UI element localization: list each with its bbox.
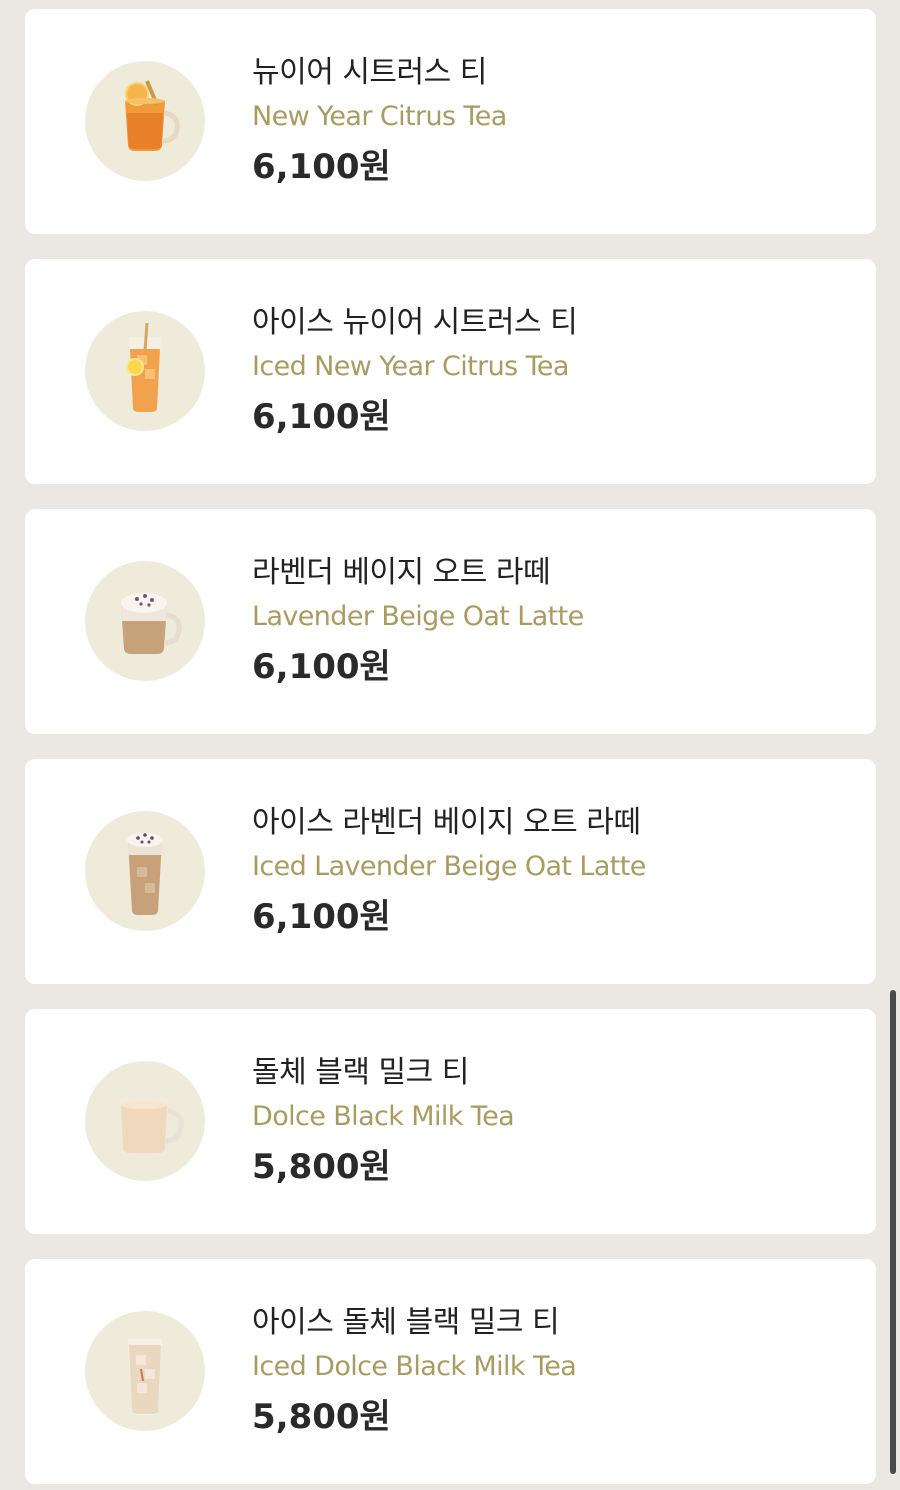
menu-item-new-year-citrus-tea[interactable]: 뉴이어 시트러스 티 New Year Citrus Tea 6,100원: [25, 9, 876, 234]
menu-item-price: 6,100원: [252, 147, 391, 187]
menu-item-name-ko: 라벤더 베이지 오트 라떼: [252, 555, 551, 590]
hot-citrus-tea-mug-icon: [85, 61, 205, 181]
menu-item-name-ko: 아이스 라벤더 베이지 오트 라떼: [252, 805, 641, 840]
menu-screen: 뉴이어 시트러스 티 New Year Citrus Tea 6,100원 아이…: [0, 0, 900, 1490]
menu-item-name-en: Iced New Year Citrus Tea: [252, 351, 569, 382]
menu-item-price: 6,100원: [252, 897, 391, 937]
iced-lavender-latte-glass-icon: [85, 811, 205, 931]
menu-item-name-ko: 돌체 블랙 밀크 티: [252, 1055, 469, 1090]
menu-item-lavender-beige-oat-latte[interactable]: 라벤더 베이지 오트 라떼 Lavender Beige Oat Latte 6…: [25, 509, 876, 734]
menu-item-name-en: Dolce Black Milk Tea: [252, 1101, 515, 1132]
menu-item-iced-lavender-beige-oat-latte[interactable]: 아이스 라벤더 베이지 오트 라떼 Iced Lavender Beige Oa…: [25, 759, 876, 984]
menu-item-name-en: Lavender Beige Oat Latte: [252, 601, 584, 632]
menu-item-iced-new-year-citrus-tea[interactable]: 아이스 뉴이어 시트러스 티 Iced New Year Citrus Tea …: [25, 259, 876, 484]
menu-item-name-ko: 아이스 뉴이어 시트러스 티: [252, 305, 578, 340]
menu-list: 뉴이어 시트러스 티 New Year Citrus Tea 6,100원 아이…: [25, 9, 876, 1490]
scrollbar[interactable]: [890, 990, 896, 1474]
menu-item-price: 5,800원: [252, 1147, 391, 1187]
menu-item-info: 아이스 돌체 블랙 밀크 티 Iced Dolce Black Milk Tea…: [252, 1303, 856, 1438]
menu-item-info: 뉴이어 시트러스 티 New Year Citrus Tea 6,100원: [252, 53, 856, 188]
menu-item-iced-dolce-black-milk-tea[interactable]: 아이스 돌체 블랙 밀크 티 Iced Dolce Black Milk Tea…: [25, 1259, 876, 1484]
hot-milk-tea-mug-icon: [85, 1061, 205, 1181]
menu-item-info: 아이스 뉴이어 시트러스 티 Iced New Year Citrus Tea …: [252, 303, 856, 438]
menu-item-price: 6,100원: [252, 647, 391, 687]
menu-item-info: 라벤더 베이지 오트 라떼 Lavender Beige Oat Latte 6…: [252, 553, 856, 688]
menu-item-price: 5,800원: [252, 1397, 391, 1437]
menu-item-info: 아이스 라벤더 베이지 오트 라떼 Iced Lavender Beige Oa…: [252, 803, 856, 938]
iced-milk-tea-glass-icon: [85, 1311, 205, 1431]
hot-lavender-latte-mug-icon: [85, 561, 205, 681]
menu-item-name-ko: 뉴이어 시트러스 티: [252, 55, 487, 90]
iced-citrus-tea-glass-icon: [85, 311, 205, 431]
menu-item-name-en: Iced Lavender Beige Oat Latte: [252, 851, 646, 882]
menu-item-name-ko: 아이스 돌체 블랙 밀크 티: [252, 1305, 560, 1340]
menu-item-price: 6,100원: [252, 397, 391, 437]
menu-item-name-en: New Year Citrus Tea: [252, 101, 507, 132]
menu-item-info: 돌체 블랙 밀크 티 Dolce Black Milk Tea 5,800원: [252, 1053, 856, 1188]
menu-item-name-en: Iced Dolce Black Milk Tea: [252, 1351, 577, 1382]
menu-item-dolce-black-milk-tea[interactable]: 돌체 블랙 밀크 티 Dolce Black Milk Tea 5,800원: [25, 1009, 876, 1234]
